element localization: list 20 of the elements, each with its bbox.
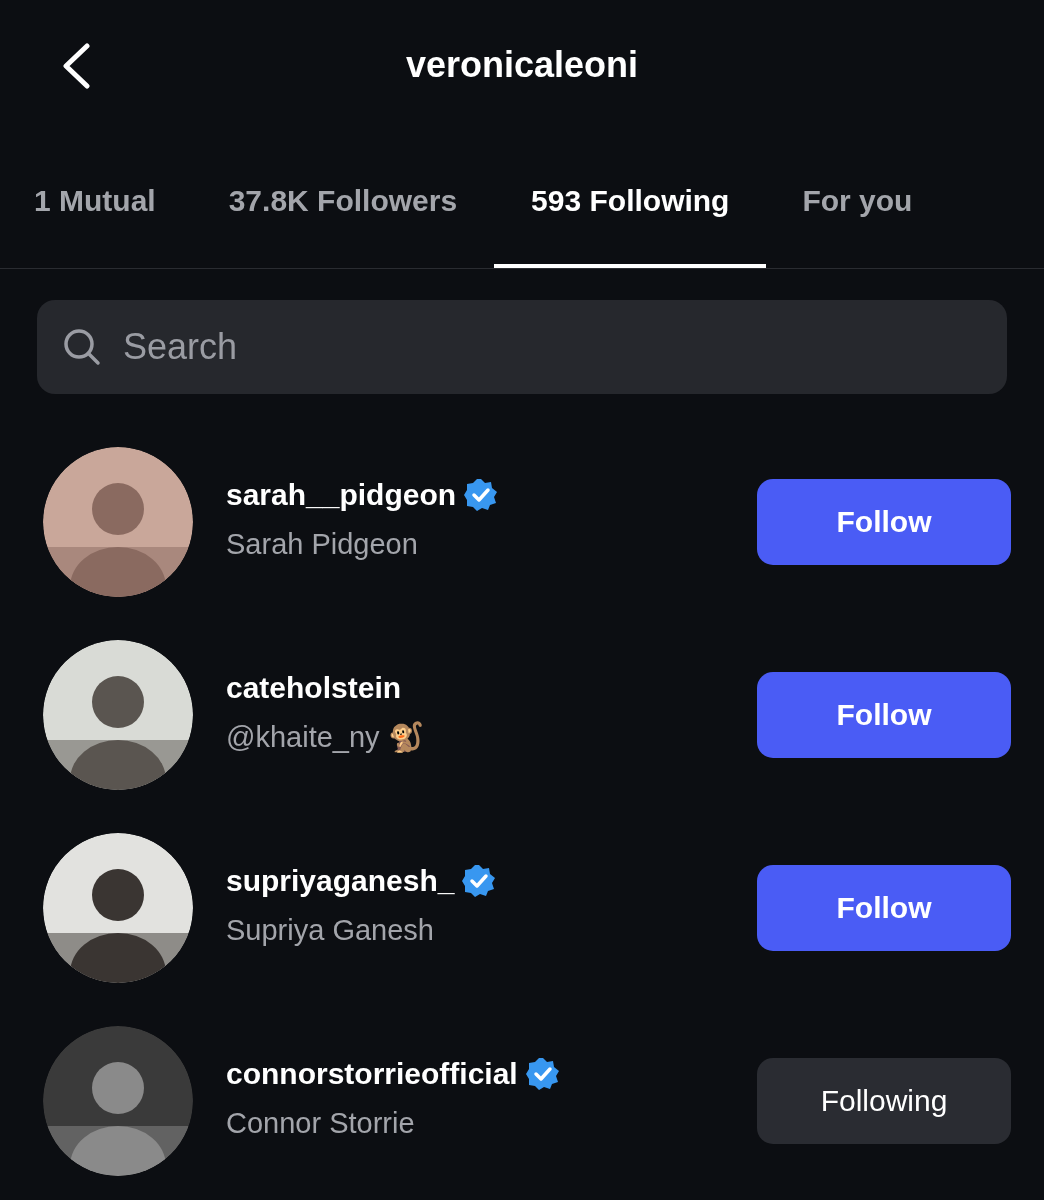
full-name: Sarah Pidgeon [226, 527, 419, 563]
back-icon [61, 43, 91, 89]
tab[interactable]: 1 Mutual [0, 132, 192, 268]
follow-button[interactable]: Follow [757, 671, 1011, 758]
tab[interactable]: 593 Following [494, 132, 767, 268]
full-name: @khaite_ny 🐒 [226, 720, 425, 756]
username[interactable]: supriyaganesh_ [226, 858, 455, 904]
follow-button[interactable]: Follow [757, 478, 1011, 565]
username[interactable]: connorstorrieofficial [226, 1051, 518, 1097]
profile-username: veronicaleoni [405, 43, 639, 87]
search-icon [63, 328, 101, 366]
full-name: Supriya Ganesh [226, 913, 435, 949]
follow-button[interactable]: Follow [757, 864, 1011, 951]
username[interactable]: sarah__pidgeon [226, 472, 457, 518]
username[interactable]: cateholstein [226, 665, 402, 711]
full-name: Connor Storrie [226, 1106, 416, 1142]
search-field[interactable]: Search [37, 300, 1007, 394]
following-button[interactable]: Following [757, 1057, 1011, 1144]
tab[interactable]: 37.8K Followers [191, 132, 495, 268]
tab[interactable]: For you [766, 132, 949, 268]
